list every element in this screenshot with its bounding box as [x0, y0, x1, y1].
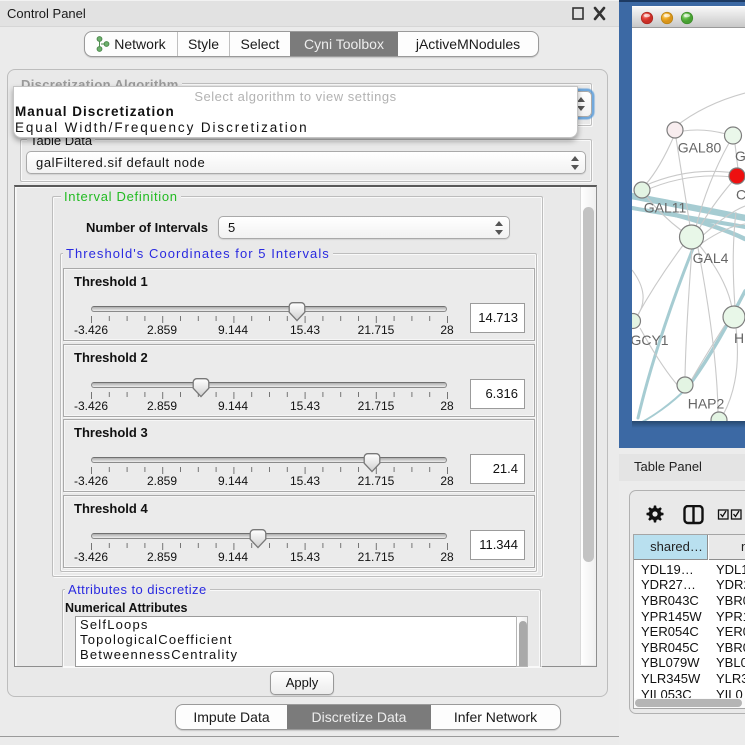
svg-text:GCY1: GCY1	[632, 332, 669, 348]
svg-text:GAL80: GAL80	[678, 140, 722, 156]
svg-text:GA: GA	[735, 148, 745, 164]
svg-text:HAP2: HAP2	[688, 396, 725, 412]
svg-text:GAL4: GAL4	[693, 250, 729, 266]
svg-text:C: C	[736, 187, 745, 203]
svg-text:GAL11: GAL11	[644, 200, 687, 216]
svg-text:HI: HI	[734, 330, 745, 346]
